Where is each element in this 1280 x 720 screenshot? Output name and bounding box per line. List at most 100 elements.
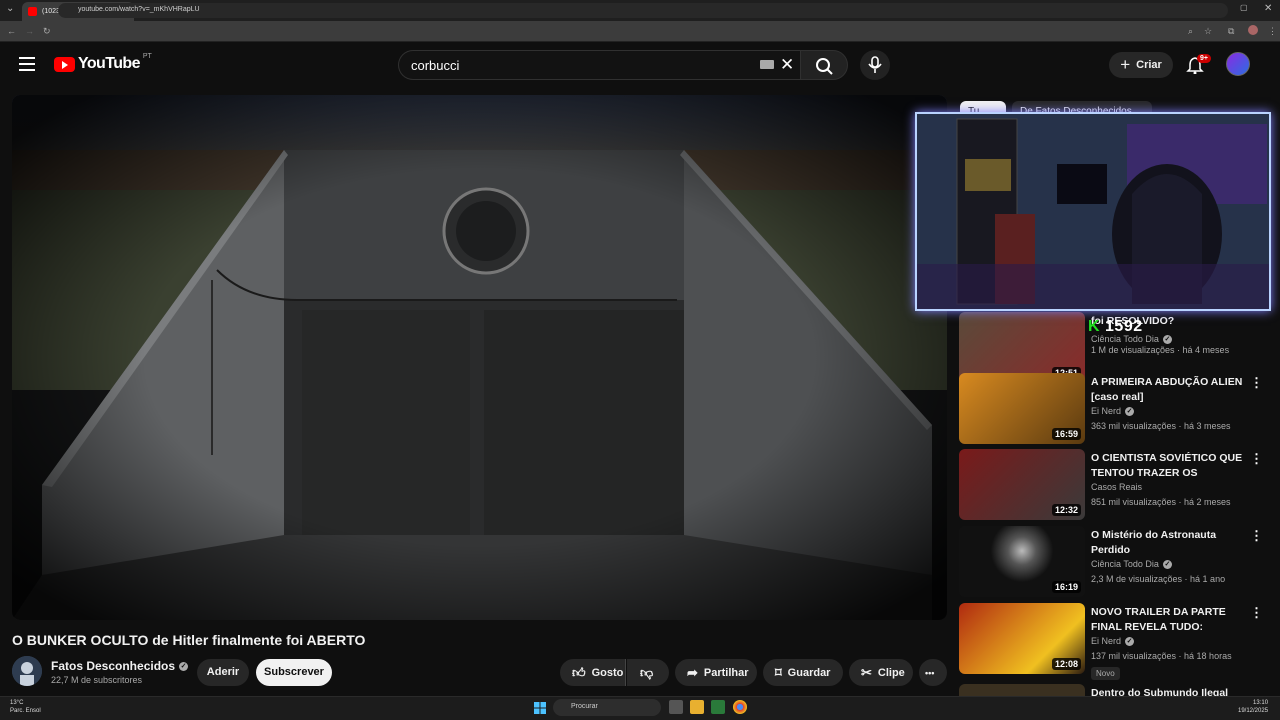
region-code: PT <box>142 52 152 60</box>
video-player[interactable] <box>12 95 947 620</box>
more-options-icon[interactable]: ⋮ <box>1250 528 1263 544</box>
channel-avatar[interactable] <box>12 656 42 686</box>
browser-menu-icon[interactable]: ⋮ <box>1268 26 1277 37</box>
clip-button[interactable]: ✂ Clipe <box>849 659 913 686</box>
recommendation-title[interactable]: Dentro do Submundo Ilegal do <box>1091 686 1243 696</box>
streamer-webcam-overlay <box>915 112 1271 311</box>
subscribe-button[interactable]: Subscrever <box>256 659 332 686</box>
more-actions-button[interactable]: ••• <box>919 659 947 686</box>
share-label: Partilhar <box>703 666 749 679</box>
recommendation-channel[interactable]: Ei Nerd ✓ <box>1091 636 1135 646</box>
keyboard-icon[interactable] <box>760 60 774 69</box>
more-options-icon[interactable]: ⋮ <box>1250 451 1263 467</box>
video-thumbnail[interactable]: 16:59 <box>959 373 1085 444</box>
video-thumbnail[interactable]: 12:08 <box>959 603 1085 674</box>
channel-name-text: Fatos Desconhecidos <box>51 659 176 673</box>
microphone-icon <box>868 56 882 73</box>
channel-text: Ei Nerd <box>1091 406 1122 416</box>
scissors-icon: ✂ <box>861 664 872 680</box>
verified-icon: ✓ <box>1162 559 1172 569</box>
zoom-icon[interactable]: ⌕ <box>1188 26 1193 37</box>
store-icon[interactable] <box>711 700 725 714</box>
forward-icon[interactable]: → <box>25 26 34 36</box>
recommendation-meta: 137 mil visualizações · há 18 horas <box>1091 651 1232 661</box>
channel-text: Ei Nerd <box>1091 636 1122 646</box>
join-button[interactable]: Aderir <box>197 659 249 686</box>
save-button[interactable]: ⌑ Guardar <box>763 659 843 686</box>
account-avatar[interactable] <box>1226 52 1250 76</box>
weather-desc: Parc. Ensol <box>10 708 41 714</box>
tab-list-icon[interactable]: ⌄ <box>6 3 14 14</box>
duration-badge: 12:32 <box>1051 504 1081 516</box>
recommendation-item[interactable]: 12:08 NOVO TRAILER DA PARTE FINAL REVELA… <box>958 603 1263 680</box>
clear-search-icon[interactable]: ✕ <box>780 55 794 75</box>
weather-temp: 13°C <box>10 700 24 706</box>
viewer-counter: K 1592 <box>1088 318 1143 336</box>
youtube-logo[interactable]: YouTube PT <box>54 52 152 73</box>
recommendation-item[interactable]: 12:32 O CIENTISTA SOVIÉTICO QUE TENTOU T… <box>958 449 1263 521</box>
search-icon <box>816 58 833 75</box>
like-button[interactable]: 👍︎ Gosto <box>560 659 626 686</box>
maximize-icon[interactable]: ▢ <box>1240 3 1248 12</box>
recommendation-item[interactable]: 16:19 O Mistério do Astronauta Perdido C… <box>958 526 1263 598</box>
share-arrow-icon: ➦ <box>687 664 698 680</box>
video-title: O BUNKER OCULTO de Hitler finalmente foi… <box>12 632 366 648</box>
system-clock[interactable]: 13:10 19/12/2025 <box>1238 699 1268 715</box>
more-options-icon[interactable]: ⋮ <box>1250 605 1263 621</box>
windows-start-icon[interactable] <box>533 701 547 715</box>
create-button[interactable]: + Criar <box>1109 52 1173 78</box>
recommendation-channel[interactable]: Casos Reais <box>1091 482 1142 492</box>
duration-badge: 16:59 <box>1051 428 1081 440</box>
reload-icon[interactable]: ↻ <box>43 26 51 37</box>
close-window-icon[interactable]: ✕ <box>1264 3 1272 14</box>
recommendation-item[interactable]: 16:59 A PRIMEIRA ABDUÇÃO ALIEN [caso rea… <box>958 373 1263 445</box>
search-button[interactable] <box>800 50 848 80</box>
extensions-icon[interactable]: ⧉ <box>1228 26 1234 37</box>
file-explorer-icon[interactable] <box>690 700 704 714</box>
youtube-play-icon <box>54 56 75 72</box>
verified-icon: ✓ <box>1125 406 1135 416</box>
duration-badge: 12:08 <box>1051 658 1081 670</box>
dislike-button[interactable]: 👎︎ <box>627 659 669 686</box>
recommendation-title[interactable]: O CIENTISTA SOVIÉTICO QUE TENTOU TRAZER … <box>1091 451 1243 481</box>
duration-badge: 16:19 <box>1051 581 1081 593</box>
taskbar-search[interactable]: Procurar <box>553 699 661 716</box>
video-frame-bunker <box>12 95 947 620</box>
recommendation-channel[interactable]: Ciência Todo Dia ✓ <box>1091 559 1172 569</box>
more-options-icon[interactable]: ⋮ <box>1250 375 1263 391</box>
hamburger-menu-icon[interactable] <box>19 57 35 71</box>
share-button[interactable]: ➦ Partilhar <box>675 659 757 686</box>
video-thumbnail[interactable] <box>959 684 1085 696</box>
more-dots-icon: ••• <box>925 667 935 678</box>
task-view-icon[interactable] <box>669 700 683 714</box>
recommendation-meta: 2,3 M de visualizações · há 1 ano <box>1091 574 1226 584</box>
weather-widget[interactable]: 13°C Parc. Ensol <box>10 699 41 715</box>
search-input[interactable]: corbucci <box>398 50 800 80</box>
recommendation-title[interactable]: NOVO TRAILER DA PARTE FINAL REVELA TUDO:… <box>1091 605 1243 635</box>
recommendation-title[interactable]: A PRIMEIRA ABDUÇÃO ALIEN [caso real] <box>1091 375 1243 405</box>
new-badge: Novo <box>1091 667 1120 680</box>
voice-search-button[interactable] <box>860 50 890 80</box>
video-thumbnail[interactable]: 16:19 <box>959 526 1085 597</box>
recommendation-channel[interactable]: Ei Nerd ✓ <box>1091 406 1135 416</box>
bookmark-star-icon[interactable]: ☆ <box>1204 26 1212 37</box>
recommendation-item[interactable]: Dentro do Submundo Ilegal do <box>958 684 1258 696</box>
verified-icon: ✓ <box>179 661 189 671</box>
channel-name[interactable]: Fatos Desconhecidos ✓ <box>51 659 189 673</box>
save-label: Guardar <box>787 666 831 679</box>
video-thumbnail[interactable]: 12:32 <box>959 449 1085 520</box>
thumbs-up-icon: 👍︎ <box>572 664 586 680</box>
recommendation-title[interactable]: O Mistério do Astronauta Perdido <box>1091 528 1243 558</box>
logo-text: YouTube <box>78 55 140 72</box>
like-label: Gosto <box>591 666 624 679</box>
recommendation-meta: 851 mil visualizações · há 2 meses <box>1091 497 1231 507</box>
address-bar-row <box>0 21 1280 42</box>
back-icon[interactable]: ← <box>7 26 16 36</box>
counter-value: 1592 <box>1105 318 1143 335</box>
url-field[interactable]: youtube.com/watch?v=_mKhVHRapLU <box>58 3 1228 18</box>
recommendation-meta: 363 mil visualizações · há 3 meses <box>1091 421 1231 431</box>
profile-icon[interactable] <box>1248 25 1258 35</box>
subscriber-count: 22,7 M de subscritores <box>51 675 143 685</box>
chrome-icon[interactable] <box>733 700 747 714</box>
verified-icon: ✓ <box>1125 636 1135 646</box>
